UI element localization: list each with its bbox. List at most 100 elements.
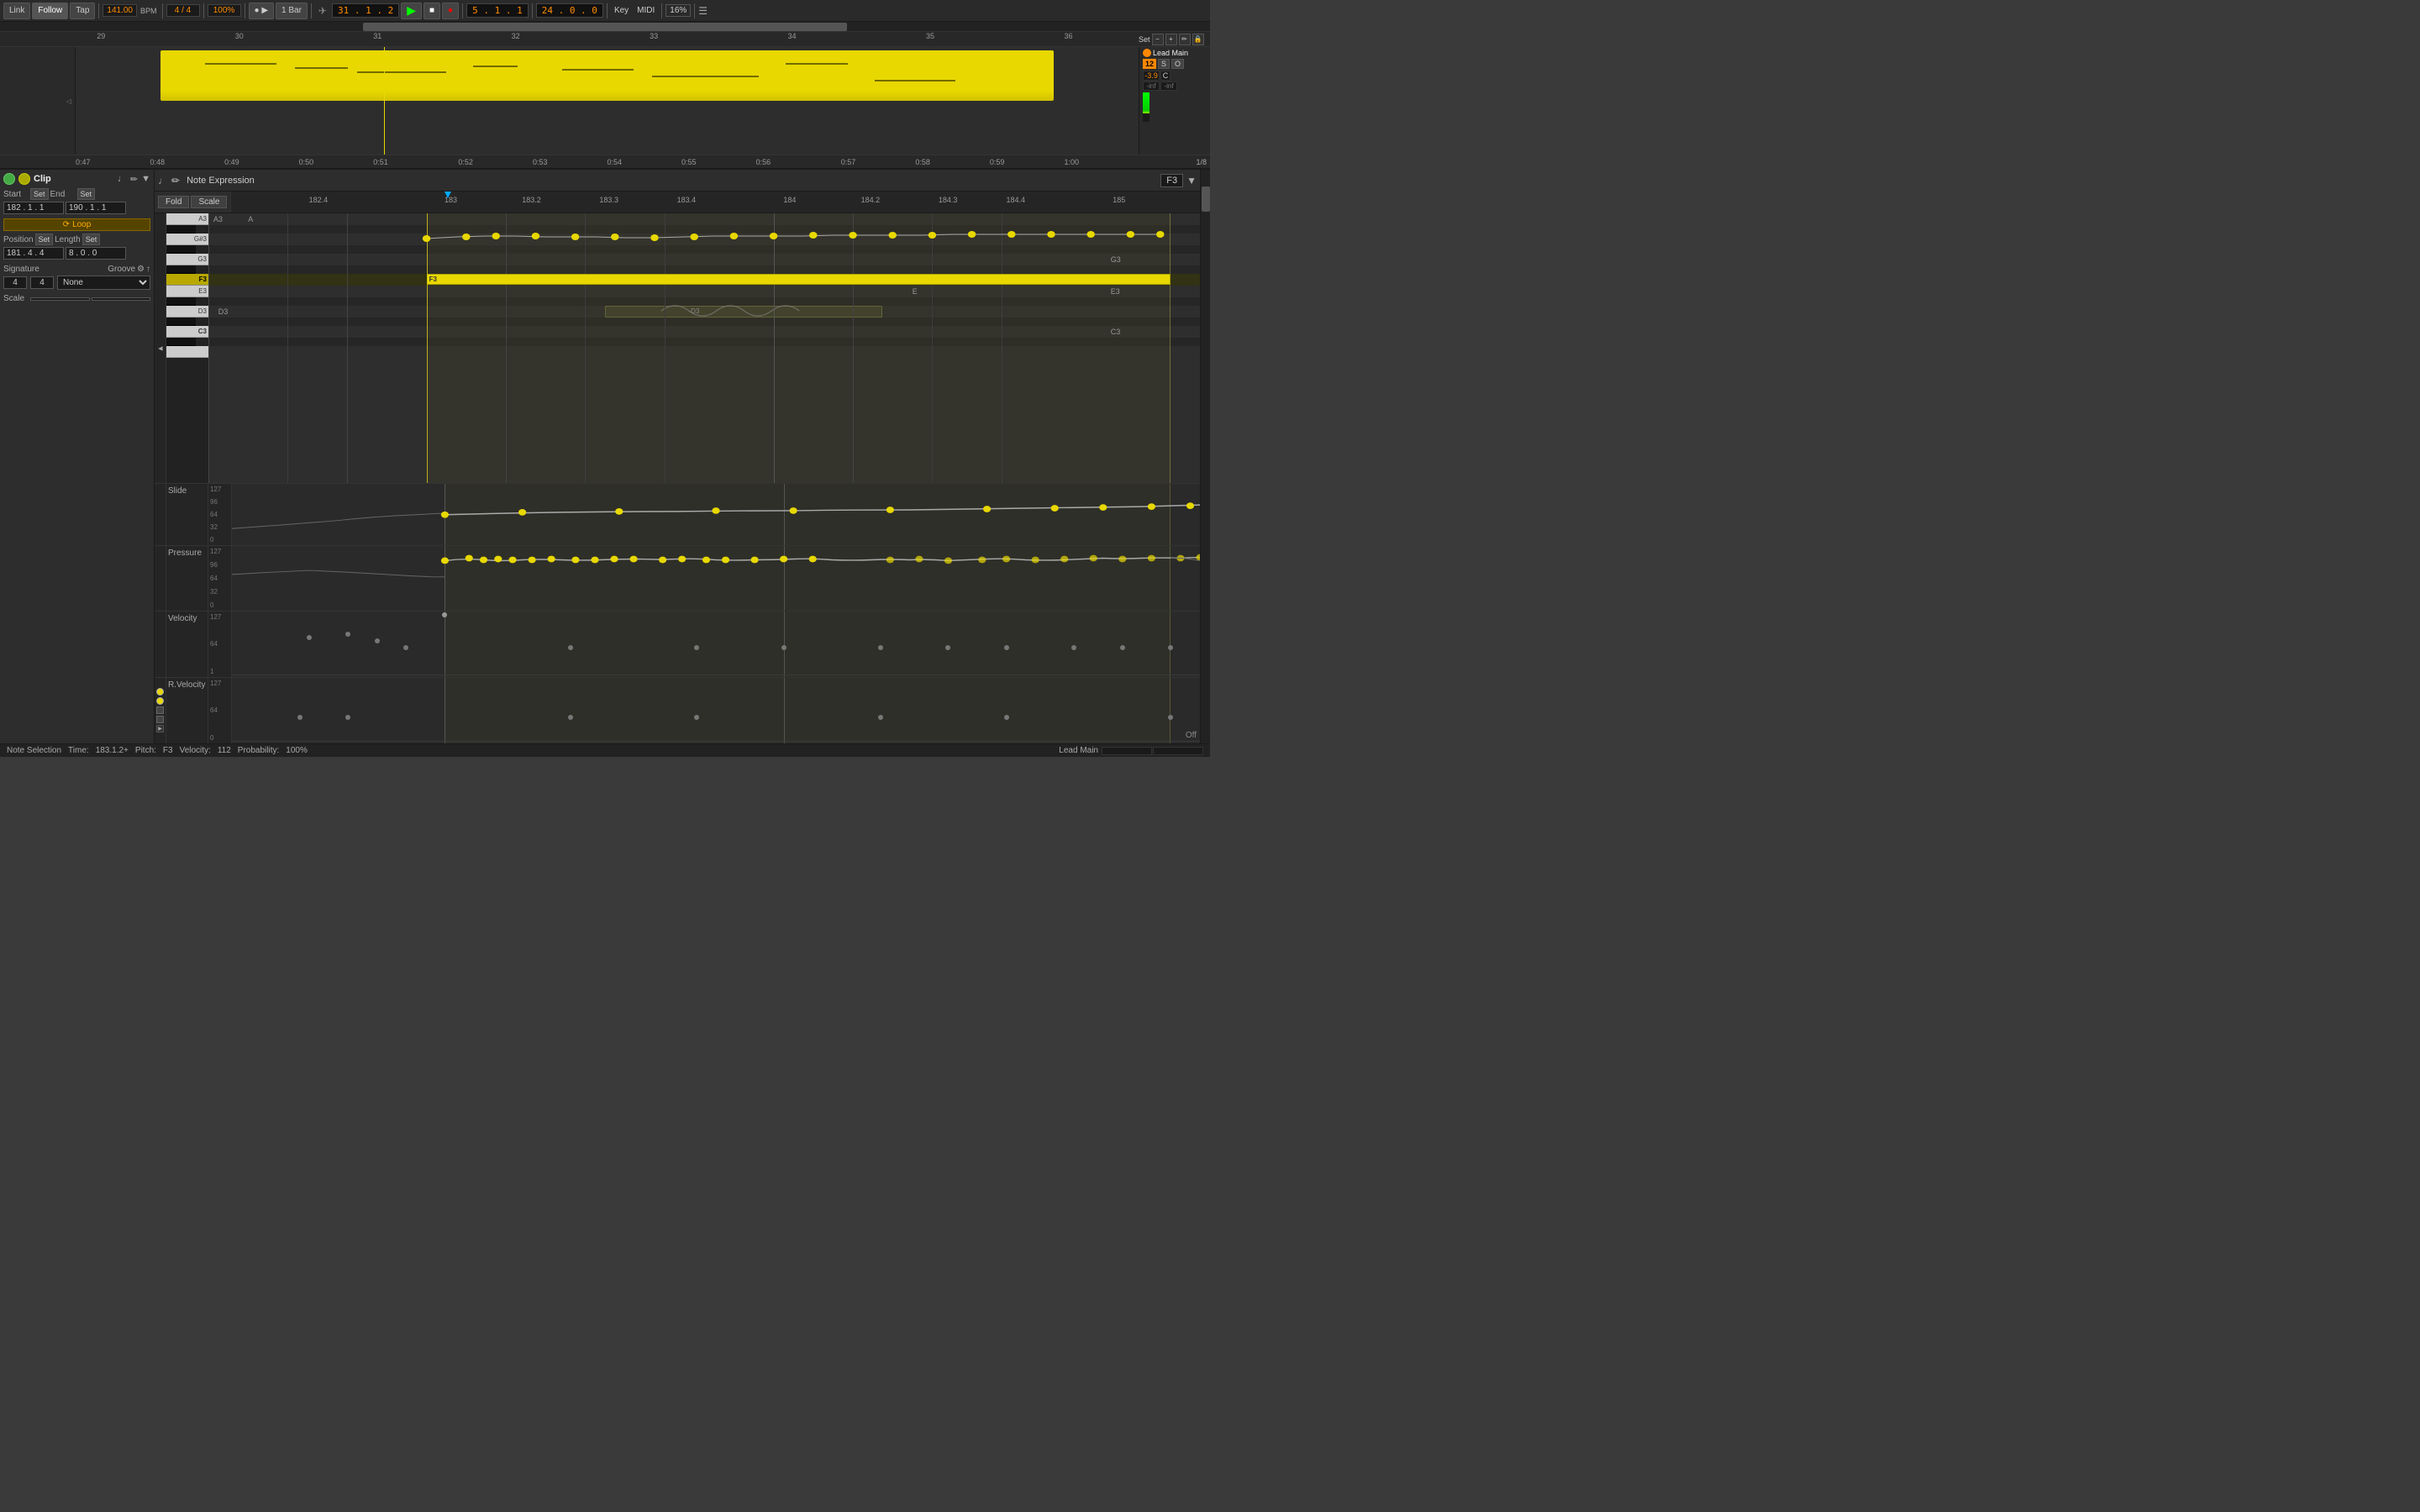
start-value[interactable]: 182 . 1 . 1 xyxy=(3,202,64,214)
velocity-content[interactable] xyxy=(232,612,1200,676)
note-grid[interactable]: A3 A G3 E3 D3 C3 -D3 E xyxy=(208,213,1200,483)
zoom-display[interactable]: 100% xyxy=(208,4,241,17)
scale-val[interactable] xyxy=(30,297,90,301)
clip-mode-yellow[interactable] xyxy=(18,173,30,185)
beat-line-5 xyxy=(665,213,666,483)
bpm-display[interactable]: 141.00 xyxy=(103,4,137,17)
pressure-content[interactable] xyxy=(232,546,1200,611)
right-scroll-thumb[interactable] xyxy=(1202,186,1210,212)
note-icon[interactable]: ♩ xyxy=(118,174,127,185)
set-pencil-btn[interactable]: ✏ xyxy=(1179,34,1191,45)
rvel-content[interactable]: Off xyxy=(232,678,1200,743)
key-f3[interactable]: F3 xyxy=(166,274,208,286)
key-g3-sharp[interactable]: G#3 xyxy=(166,234,208,245)
pressure-min: 0 xyxy=(210,601,229,609)
right-scrollbar[interactable] xyxy=(1200,170,1210,743)
tap-button[interactable]: Tap xyxy=(70,3,95,19)
sep9 xyxy=(661,3,662,18)
piano-keys-container: A3 G#3 G3 F3 E3 D3 C3 xyxy=(166,213,208,483)
rvel-btn-4[interactable] xyxy=(156,716,164,723)
rvel-dot-3 xyxy=(568,715,573,720)
note-mode-icon[interactable]: ♩ xyxy=(158,175,168,186)
end-set-btn[interactable]: Set xyxy=(77,188,96,200)
key-f3-sharp[interactable] xyxy=(166,265,196,274)
key-b2-flat[interactable] xyxy=(166,338,196,346)
time-sig-display[interactable]: 4 / 4 xyxy=(166,4,200,17)
rvel-btn-3[interactable] xyxy=(156,706,164,714)
rvel-btn-1[interactable] xyxy=(156,688,164,696)
grid-g3-label: G3 xyxy=(1111,255,1121,264)
counter1-display: 5 . 1 . 1 xyxy=(466,3,529,18)
arr-clip-yellow[interactable] xyxy=(160,50,1054,101)
arr-track-body[interactable] xyxy=(76,47,1139,155)
pencil-icon[interactable]: ✏ xyxy=(130,174,138,185)
key-c3-sharp[interactable] xyxy=(166,318,196,326)
scale-mode[interactable] xyxy=(92,297,151,301)
arr-scroll-thumb[interactable] xyxy=(363,23,847,31)
track-power-dot[interactable] xyxy=(1143,49,1151,57)
counter2-display: 24 . 0 . 0 xyxy=(536,3,603,18)
scale-row: Scale xyxy=(3,294,150,303)
set-plus-btn[interactable]: + xyxy=(1165,34,1177,45)
len-set-btn[interactable]: Set xyxy=(82,234,101,245)
clip-mode-green[interactable] xyxy=(3,173,15,185)
ruler-mark-31: 31 xyxy=(373,32,381,40)
set-minus-btn[interactable]: − xyxy=(1152,34,1164,45)
play-button[interactable]: ▶ xyxy=(401,3,422,19)
menu-icon[interactable]: ☰ xyxy=(698,5,708,17)
set-lock-btn[interactable]: 🔒 xyxy=(1192,34,1204,45)
follow-button[interactable]: Follow xyxy=(32,3,68,19)
pr-mark-184: 184 xyxy=(783,196,796,204)
key-a3-sharp[interactable] xyxy=(166,225,196,234)
track-o-button[interactable]: O xyxy=(1171,59,1184,69)
rvel-play-btn[interactable]: ▶ xyxy=(156,725,164,732)
groove-settings-icon[interactable]: ⚙ xyxy=(137,265,145,274)
slide-numbers: 127 96 64 32 0 xyxy=(208,484,232,545)
sig-num[interactable]: 4 xyxy=(3,276,27,289)
key-d3[interactable]: D3 xyxy=(166,306,208,318)
track-s-button[interactable]: S xyxy=(1158,59,1170,69)
record-button[interactable]: ● xyxy=(442,3,459,19)
pr-dropdown-btn[interactable]: ▼ xyxy=(1186,175,1197,186)
zoom-pct-display[interactable]: 16% xyxy=(666,4,691,17)
key-b2[interactable] xyxy=(166,346,208,358)
rvel-btn-2[interactable] xyxy=(156,697,164,705)
arr-scroll-bar[interactable] xyxy=(0,22,1210,32)
track-db2: C xyxy=(1160,71,1171,81)
time-0-48: 0:48 xyxy=(150,158,166,166)
scale-button[interactable]: Scale xyxy=(191,196,227,208)
groove-select[interactable]: None xyxy=(57,276,150,290)
stop-button[interactable]: ■ xyxy=(424,3,440,19)
slide-content[interactable] xyxy=(232,484,1200,545)
pressure-max: 127 xyxy=(210,548,229,555)
pencil-mode-icon[interactable]: ✏ xyxy=(171,175,180,186)
status-pitch-val: F3 xyxy=(163,746,173,755)
metronome-button[interactable]: ● ▶ xyxy=(249,3,275,19)
track-vol-num[interactable]: 12 xyxy=(1143,59,1156,69)
arrow-down-icon[interactable]: ▼ xyxy=(141,174,150,185)
loop-button[interactable]: ⟳ Loop xyxy=(3,218,150,231)
end-value[interactable]: 190 . 1 . 1 xyxy=(66,202,126,214)
key-c3[interactable]: C3 xyxy=(166,326,208,338)
loop-size-button[interactable]: 1 Bar xyxy=(276,3,308,19)
pr-side-arrow[interactable]: ▲ xyxy=(155,344,164,352)
fold-button[interactable]: Fold xyxy=(158,196,189,208)
key-a3[interactable]: A3 xyxy=(166,213,208,225)
position-value[interactable]: 181 . 4 . 4 xyxy=(3,247,64,260)
vel-dot-2 xyxy=(694,645,699,650)
key-g3-black[interactable] xyxy=(166,245,196,254)
key-g3[interactable]: G3 xyxy=(166,254,208,265)
velocity-min: 1 xyxy=(210,668,229,675)
link-button[interactable]: Link xyxy=(3,3,30,19)
key-e3[interactable]: E3 xyxy=(166,286,208,297)
sig-den[interactable]: 4 xyxy=(30,276,54,289)
key-d3-sharp[interactable] xyxy=(166,297,196,306)
f3-note-bar[interactable]: F3 xyxy=(427,274,1171,285)
pos-set-btn[interactable]: Set xyxy=(35,234,54,245)
groove-arrow-icon[interactable]: ↑ xyxy=(146,265,150,274)
ruler-mark-35: 35 xyxy=(926,32,934,40)
start-set-btn[interactable]: Set xyxy=(30,188,49,200)
piano-roll-header: ♩ ✏ Note Expression F3 ▼ xyxy=(155,170,1200,192)
ruler-mark-36: 36 xyxy=(1064,32,1072,40)
length-value[interactable]: 8 . 0 . 0 xyxy=(66,247,126,260)
